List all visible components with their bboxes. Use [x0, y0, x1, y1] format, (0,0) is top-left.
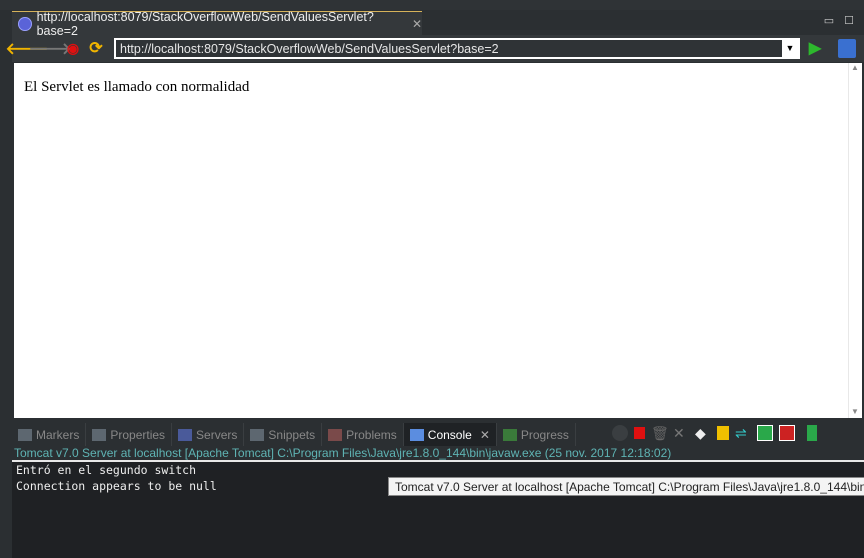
close-console-icon[interactable]: ✕ — [480, 428, 490, 442]
globe-icon — [18, 16, 32, 31]
maximize-button[interactable]: ☐ — [844, 14, 854, 27]
snippets-icon — [250, 428, 265, 441]
terminate-icon[interactable] — [634, 427, 645, 439]
page-text: El Servlet es llamado con normalidad — [24, 79, 250, 95]
tab-console[interactable]: Console ✕ — [403, 422, 497, 447]
tooltip: Tomcat v7.0 Server at localhost [Apache … — [388, 477, 864, 496]
pin-console-icon[interactable] — [807, 425, 817, 441]
tab-markers[interactable]: Markers — [12, 422, 87, 447]
tab-servers[interactable]: Servers — [172, 422, 245, 447]
browser-tab[interactable]: http://localhost:8079/StackOverflowWeb/S… — [12, 9, 422, 38]
go-icon[interactable]: ▶ — [806, 39, 824, 57]
servers-icon — [178, 428, 193, 441]
pin-icon[interactable] — [612, 425, 628, 441]
clear-console-icon[interactable]: ◆ — [695, 425, 711, 441]
web-page-content: El Servlet es llamado con normalidad — [14, 63, 848, 418]
url-dropdown-icon[interactable]: ▼ — [782, 40, 798, 57]
tab-progress[interactable]: Progress — [497, 422, 576, 447]
tab-label: Problems — [346, 427, 397, 442]
scroll-lock-icon[interactable] — [717, 426, 729, 440]
properties-icon — [92, 428, 107, 441]
remove-launch-icon[interactable]: 🗑 — [651, 425, 669, 441]
tab-title: http://localhost:8079/StackOverflowWeb/S… — [36, 9, 374, 38]
scroll-down-icon[interactable]: ▼ — [851, 407, 859, 416]
scroll-up-icon[interactable]: ▲ — [851, 63, 859, 72]
console-toolbar: 🗑 ✕ ◆ ⇌ — [612, 425, 817, 441]
console-header: Tomcat v7.0 Server at localhost [Apache … — [12, 446, 864, 460]
tab-label: Markers — [36, 427, 80, 442]
tab-snippets[interactable]: Snippets — [244, 422, 323, 447]
tab-label: Properties — [110, 427, 166, 442]
forward-arrow-icon[interactable]: 🡒 — [29, 39, 72, 58]
stop-icon[interactable]: ◉ — [64, 39, 82, 57]
markers-icon — [18, 428, 32, 441]
top-strip — [0, 0, 864, 10]
tab-label: Progress — [520, 427, 569, 442]
tab-label: Console — [427, 427, 472, 442]
show-stdout-icon[interactable] — [757, 425, 773, 441]
progress-icon — [502, 428, 517, 441]
tab-properties[interactable]: Properties — [86, 422, 173, 447]
problems-icon — [328, 428, 343, 441]
console-icon — [409, 428, 424, 441]
tab-label: Snippets — [268, 427, 316, 442]
url-input[interactable]: http://localhost:8079/StackOverflowWeb/S… — [120, 42, 499, 56]
tab-label: Servers — [196, 427, 238, 442]
refresh-icon[interactable]: ⟳ — [87, 39, 105, 57]
close-tab-icon[interactable]: ✕ — [412, 17, 422, 31]
vertical-scrollbar[interactable]: ▲ ▼ — [848, 63, 862, 418]
eclipse-browser-icon[interactable] — [838, 39, 856, 58]
show-stderr-icon[interactable] — [779, 425, 795, 441]
minimize-button[interactable]: ▭ — [824, 14, 834, 27]
tab-problems[interactable]: Problems — [322, 422, 404, 447]
url-bar[interactable]: http://localhost:8079/StackOverflowWeb/S… — [114, 38, 800, 59]
word-wrap-icon[interactable]: ⇌ — [735, 425, 751, 441]
remove-all-icon[interactable]: ✕ — [673, 425, 689, 441]
window-controls: ▭ ☐ — [824, 14, 854, 27]
